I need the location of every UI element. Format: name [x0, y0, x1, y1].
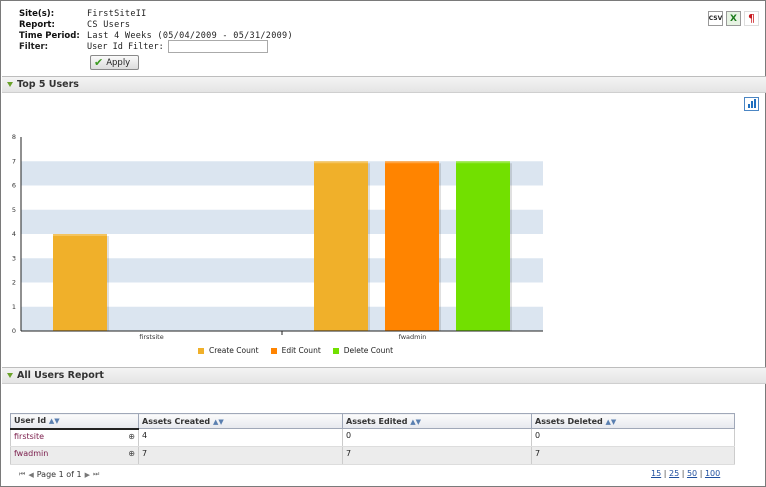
sort-icon: ▲▼	[605, 417, 617, 426]
bars-group	[53, 161, 512, 331]
filter-row: Filter: User Id Filter:	[19, 40, 268, 53]
legend-item-create: Create Count	[198, 346, 259, 355]
y-tick-label: 5	[12, 206, 16, 214]
checkmark-icon: ✔	[94, 56, 104, 69]
y-tick-label: 3	[12, 254, 16, 262]
report-value: CS Users	[87, 20, 131, 30]
sort-icon: ▲▼	[48, 417, 60, 426]
page-size-options: 15 | 25 | 50 | 100	[651, 469, 721, 478]
bar-chart-icon[interactable]	[744, 97, 759, 111]
apply-button[interactable]: ✔ Apply	[90, 55, 139, 70]
table-row: firstsite ⊕ 4 0 0	[10, 428, 735, 447]
filter-label: Filter:	[19, 41, 49, 52]
bar-highlight	[456, 161, 510, 164]
legend-swatch-edit	[270, 347, 277, 354]
userid-filter-input[interactable]	[167, 40, 268, 53]
apply-label: Apply	[106, 57, 131, 68]
cell-created: 7	[138, 446, 343, 465]
y-tick-label: 6	[12, 182, 16, 190]
section-all-users-header[interactable]: All Users Report	[2, 367, 766, 384]
table-row: fwadmin ⊕ 7 7 7	[10, 446, 735, 465]
y-tick-label: 0	[12, 327, 16, 335]
page-size-50[interactable]: 50	[687, 469, 697, 478]
pager-text: Page 1 of 1	[36, 470, 82, 479]
bar	[53, 234, 107, 331]
report-info: Site(s): FirstSiteII Report: CS Users Time…	[19, 9, 293, 42]
y-tick-label: 1	[12, 303, 16, 311]
col-user-id[interactable]: User Id ▲▼	[10, 413, 139, 430]
site-label: Site(s):	[19, 9, 55, 19]
chart-legend: Create Count Edit Count Delete Count	[198, 346, 405, 355]
section-top5-header[interactable]: Top 5 Users	[2, 76, 766, 93]
bar	[456, 161, 510, 331]
bar-highlight	[385, 161, 439, 164]
legend-label-create: Create Count	[209, 346, 259, 355]
bar	[314, 161, 368, 331]
x-tick-label: firstsite	[139, 333, 163, 341]
y-tick-label: 4	[12, 230, 16, 238]
page-size-100[interactable]: 100	[705, 469, 720, 478]
cell-created: 4	[138, 428, 343, 447]
drilldown-icon[interactable]: ⊕	[128, 449, 135, 458]
site-value: FirstSiteII	[87, 9, 147, 19]
table-header-row: User Id ▲▼ Assets Created ▲▼ Assets Edit…	[10, 413, 735, 430]
cell-deleted: 0	[531, 428, 735, 447]
page-size-25[interactable]: 25	[669, 469, 679, 478]
section-top5-title: Top 5 Users	[17, 79, 79, 90]
first-page-icon[interactable]: ⏮	[19, 470, 25, 479]
report-frame: Site(s): FirstSiteII Report: CS Users Time…	[0, 0, 766, 487]
sort-icon: ▲▼	[410, 417, 421, 426]
bar	[385, 161, 439, 331]
userid-filter-label: User Id Filter:	[87, 41, 164, 52]
report-label: Report:	[19, 20, 55, 30]
legend-swatch-create	[198, 347, 204, 354]
section-all-users-title: All Users Report	[17, 370, 104, 381]
bar-highlight	[53, 234, 107, 236]
pager: ⏮ ◀ Page 1 of 1 ▶ ⏭	[19, 470, 102, 479]
next-page-icon[interactable]: ▶	[85, 471, 90, 479]
y-tick-label: 7	[12, 157, 16, 165]
top5-bar-chart: 0 1 2 3 4 5 6 7 8 firstsite fwadmin	[12, 133, 543, 341]
col-assets-created[interactable]: Assets Created ▲▼	[138, 413, 343, 429]
drilldown-icon[interactable]: ⊕	[128, 432, 135, 441]
all-users-table: User Id ▲▼ Assets Created ▲▼ Assets Edit…	[10, 413, 735, 465]
cell-edited: 0	[342, 428, 532, 447]
sort-icon: ▲▼	[212, 417, 224, 426]
collapse-triangle-icon	[7, 373, 13, 378]
prev-page-icon[interactable]: ◀	[28, 471, 33, 479]
legend-swatch-delete	[332, 347, 339, 354]
collapse-triangle-icon	[7, 82, 13, 87]
legend-label-delete: Delete Count	[343, 346, 394, 355]
legend-item-edit: Edit Count	[270, 346, 321, 355]
cell-deleted: 7	[531, 446, 735, 465]
cell-edited: 7	[342, 446, 532, 465]
legend-item-delete: Delete Count	[332, 346, 394, 355]
col-assets-deleted[interactable]: Assets Deleted ▲▼	[531, 413, 735, 429]
page-size-15[interactable]: 15	[651, 469, 661, 478]
y-tick-label: 8	[12, 133, 16, 141]
bar-highlight	[314, 161, 368, 164]
export-excel-button[interactable]: X	[726, 11, 741, 26]
export-csv-button[interactable]: CSV	[708, 11, 723, 26]
last-page-icon[interactable]: ⏭	[93, 470, 99, 479]
col-assets-edited[interactable]: Assets Edited ▲▼	[342, 413, 532, 429]
user-link[interactable]: fwadmin	[14, 449, 48, 458]
user-link[interactable]: firstsite	[14, 432, 44, 441]
x-tick-label: fwadmin	[399, 333, 427, 341]
y-tick-label: 2	[12, 279, 16, 287]
export-pdf-button[interactable]: ¶	[744, 11, 759, 26]
legend-label-edit: Edit Count	[281, 346, 321, 355]
